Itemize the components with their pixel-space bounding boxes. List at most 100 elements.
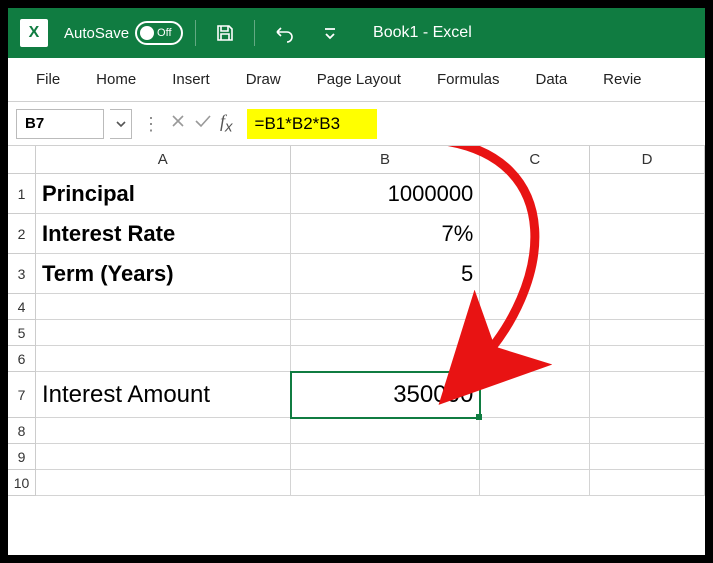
separator [254, 20, 255, 46]
column-header[interactable]: B [291, 146, 481, 174]
formula-input[interactable]: =B1*B2*B3 [247, 109, 377, 139]
cell[interactable] [480, 372, 590, 418]
autosave-state: Off [157, 27, 171, 39]
cell[interactable] [590, 214, 705, 254]
undo-icon [273, 23, 295, 43]
cell[interactable]: 5 [291, 254, 481, 294]
tab-formulas[interactable]: Formulas [419, 61, 518, 98]
cell[interactable]: Interest Rate [36, 214, 291, 254]
select-all-corner[interactable] [8, 146, 36, 174]
column-header-row: A B C D [8, 146, 705, 174]
column-header[interactable]: C [480, 146, 590, 174]
cell-selected[interactable]: 350000 [291, 372, 481, 418]
table-row: 10 [8, 470, 705, 496]
cancel-formula-button[interactable] [170, 113, 186, 134]
cell[interactable] [590, 470, 705, 496]
row-header[interactable]: 6 [8, 346, 36, 372]
table-row: 4 [8, 294, 705, 320]
cell[interactable] [36, 346, 291, 372]
cell[interactable]: 1000000 [291, 174, 481, 214]
table-row: 9 [8, 444, 705, 470]
table-row: 2 Interest Rate 7% [8, 214, 705, 254]
enter-formula-button[interactable] [194, 113, 212, 134]
cell[interactable] [291, 418, 481, 444]
name-box-dropdown[interactable] [110, 109, 132, 139]
cell[interactable] [480, 294, 590, 320]
cell[interactable] [590, 444, 705, 470]
undo-button[interactable] [267, 16, 301, 50]
row-header[interactable]: 10 [8, 470, 36, 496]
cell[interactable] [480, 470, 590, 496]
row-header[interactable]: 8 [8, 418, 36, 444]
row-header[interactable]: 3 [8, 254, 36, 294]
cell[interactable] [480, 418, 590, 444]
cell[interactable] [36, 444, 291, 470]
cell[interactable] [480, 214, 590, 254]
excel-logo-icon [20, 19, 48, 47]
tab-page-layout[interactable]: Page Layout [299, 61, 419, 98]
column-header[interactable]: D [590, 146, 705, 174]
save-button[interactable] [208, 16, 242, 50]
cell[interactable] [480, 320, 590, 346]
cell[interactable] [291, 346, 481, 372]
titlebar: AutoSave Off Book1 - Excel [8, 8, 705, 58]
x-icon [170, 113, 186, 129]
separator [195, 20, 196, 46]
cell[interactable]: Principal [36, 174, 291, 214]
spreadsheet-grid: A B C D 1 Principal 1000000 2 Interest R… [8, 146, 705, 555]
cell[interactable] [590, 418, 705, 444]
row-header[interactable]: 1 [8, 174, 36, 214]
cell[interactable]: Term (Years) [36, 254, 291, 294]
tab-insert[interactable]: Insert [154, 61, 228, 98]
cell[interactable] [36, 418, 291, 444]
table-row: 5 [8, 320, 705, 346]
cell[interactable] [590, 174, 705, 214]
cell[interactable] [36, 320, 291, 346]
cell[interactable] [36, 470, 291, 496]
cell[interactable] [590, 294, 705, 320]
cell[interactable]: Interest Amount [36, 372, 291, 418]
cell[interactable] [480, 346, 590, 372]
table-row: 6 [8, 346, 705, 372]
cell[interactable] [480, 254, 590, 294]
cell[interactable] [291, 470, 481, 496]
check-icon [194, 113, 212, 129]
formula-controls: fx [170, 111, 233, 136]
tab-file[interactable]: File [18, 61, 78, 98]
cell[interactable] [480, 444, 590, 470]
autosave-toggle[interactable]: AutoSave Off [64, 21, 183, 45]
toggle-knob-icon [140, 26, 154, 40]
row-header[interactable]: 2 [8, 214, 36, 254]
cell[interactable] [590, 346, 705, 372]
row-header[interactable]: 5 [8, 320, 36, 346]
row-header[interactable]: 7 [8, 372, 36, 418]
row-header[interactable]: 4 [8, 294, 36, 320]
autosave-switch[interactable]: Off [135, 21, 183, 45]
save-icon [215, 23, 235, 43]
cell[interactable] [36, 294, 291, 320]
chevron-down-icon [115, 118, 127, 130]
cell[interactable] [590, 254, 705, 294]
column-header[interactable]: A [36, 146, 291, 174]
name-box[interactable]: B7 [16, 109, 104, 139]
chevron-down-icon [323, 26, 337, 40]
cell[interactable] [590, 320, 705, 346]
cell[interactable] [291, 320, 481, 346]
tab-data[interactable]: Data [517, 61, 585, 98]
divider-dots-icon: ⋮ [138, 115, 164, 133]
fx-icon[interactable]: fx [220, 111, 233, 136]
tab-draw[interactable]: Draw [228, 61, 299, 98]
row-header[interactable]: 9 [8, 444, 36, 470]
table-row: 1 Principal 1000000 [8, 174, 705, 214]
cell[interactable] [480, 174, 590, 214]
table-row: 8 [8, 418, 705, 444]
excel-window: AutoSave Off Book1 - Excel File Home Ins… [8, 8, 705, 555]
qat-customize-button[interactable] [313, 16, 347, 50]
cell[interactable] [291, 294, 481, 320]
tab-home[interactable]: Home [78, 61, 154, 98]
cell[interactable] [590, 372, 705, 418]
cell[interactable] [291, 444, 481, 470]
tab-review[interactable]: Revie [585, 61, 659, 98]
table-row: 7 Interest Amount 350000 [8, 372, 705, 418]
cell[interactable]: 7% [291, 214, 481, 254]
